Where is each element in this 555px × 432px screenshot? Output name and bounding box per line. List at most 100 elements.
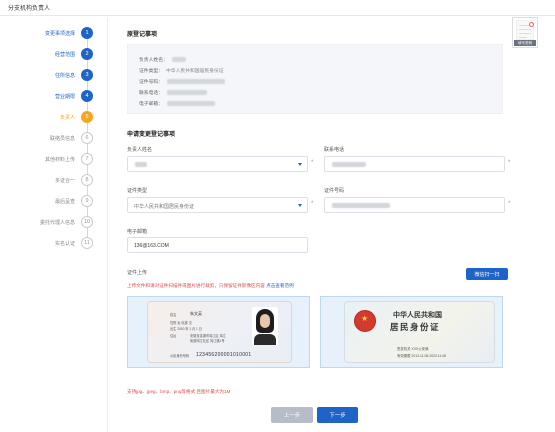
id-front-upload[interactable]: 姓名 朱文英 性别 女 民族 汉 出生 2000 年 1 月 1 日 住址 安徽… [127, 296, 310, 368]
step-sidebar: 变更事项选择 1 经营范围 2 住所信息 3 营业期限 4 负责人 5 联络员信息 6 其他材料上传 7 多… [0, 18, 108, 432]
sidebar-step-7[interactable]: 其他材料上传 7 [45, 152, 93, 166]
back-validity-line: 有效期限 2013.11.08-2023.11.08 [397, 354, 447, 358]
view-example-link[interactable]: 点击查看范例 [266, 283, 294, 288]
registered-email-label: 电子邮箱： [139, 102, 163, 107]
sidebar-step-1[interactable]: 变更事项选择 1 [45, 26, 93, 40]
sidebar-step-number: 3 [81, 69, 93, 81]
next-button[interactable]: 下一步 [317, 407, 358, 423]
sidebar-step-label: 实名认证 [54, 240, 75, 247]
front-name-label: 姓名 [170, 313, 177, 317]
back-title-country: 中华人民共和国 [393, 312, 442, 319]
example-thumbnail-caption: 填写范例 [514, 40, 536, 46]
sidebar-step-6[interactable]: 联络员信息 6 [50, 131, 93, 145]
front-address-label: 住址 [170, 334, 177, 338]
sidebar-step-number: 6 [81, 132, 93, 144]
front-name-value: 朱文英 [190, 311, 202, 316]
sidebar-step-number: 11 [81, 237, 93, 249]
email-value: 136@163.COM [134, 243, 169, 249]
idtype-select[interactable]: 中华人民共和国居民身份证 [127, 197, 308, 213]
sidebar-step-4[interactable]: 营业期限 4 [55, 89, 93, 103]
sidebar-step-2[interactable]: 经营范围 2 [55, 47, 93, 61]
blurred-name [171, 57, 186, 63]
sidebar-step-9[interactable]: 最后呈查 9 [55, 194, 93, 208]
back-title-card: 居民身份证 [390, 322, 441, 332]
sidebar-step-number: 7 [81, 153, 93, 165]
registered-idnum-label: 证件号码： [139, 80, 163, 85]
registered-name-label: 负责人姓名： [139, 58, 168, 63]
registered-idnum-row: 证件号码： [139, 78, 225, 85]
id-back-upload[interactable]: 中华人民共和国 居民身份证 签发机关 XXX公安局 有效期限 2013.11.0… [320, 296, 503, 368]
wechat-scan-button[interactable]: 微信扫一扫 [466, 268, 508, 280]
blurred-name-value [135, 162, 147, 167]
front-address-line2: 街道鸠江社区 鸠江路1号 [190, 339, 225, 343]
stamp-icon [529, 22, 534, 27]
sidebar-step-11[interactable]: 实名认证 11 [55, 236, 93, 250]
blurred-idnum [167, 79, 225, 85]
registered-name-row: 负责人姓名： [139, 56, 186, 63]
format-note: 支持jpg、jpeg、bmp、png等格式 且图片最大为1M [127, 389, 231, 394]
sidebar-step-number: 1 [81, 27, 93, 39]
idnum-label: 证件号码 [324, 188, 345, 194]
sidebar-step-number: 10 [81, 216, 93, 228]
front-sex-line: 性别 女 民族 汉 [170, 321, 192, 325]
email-label: 电子邮箱 [127, 229, 148, 235]
sidebar-step-number: 4 [81, 90, 93, 102]
upload-label: 证件上传 [127, 270, 148, 276]
blurred-phone [167, 90, 207, 96]
front-birth-line: 出生 2000 年 1 月 1 日 [170, 327, 202, 331]
sidebar-step-label: 经营范围 [54, 51, 75, 58]
top-bar: 分支机构负责人 [0, 0, 555, 16]
sidebar-step-label: 多证合一 [54, 177, 75, 184]
idtype-required-mark: * [311, 201, 314, 207]
phone-required-mark: * [508, 160, 511, 166]
back-authority-line: 签发机关 XXX公安局 [397, 347, 429, 351]
id-card-front-image: 姓名 朱文英 性别 女 民族 汉 出生 2000 年 1 月 1 日 住址 安徽… [147, 301, 292, 363]
change-section-title: 申请变更登记事项 [127, 132, 176, 138]
phone-label: 联系电话 [324, 147, 345, 153]
id-photo [252, 307, 278, 345]
sidebar-step-label: 委托代理人信息 [39, 219, 75, 226]
registered-phone-label: 联系电话： [139, 91, 163, 96]
sidebar-step-label: 联络员信息 [49, 135, 75, 142]
blurred-phone-value [332, 162, 366, 167]
id-card-back-image: 中华人民共和国 居民身份证 签发机关 XXX公安局 有效期限 2013.11.0… [344, 301, 495, 363]
sidebar-step-10[interactable]: 委托代理人信息 10 [40, 215, 93, 229]
registered-info-box: 负责人姓名： 证件类型： 中华人民共和国居民身份证 证件号码： 联系电话： 电子邮… [127, 44, 503, 114]
sidebar-step-label: 负责人 [59, 114, 75, 121]
name-required-mark: * [311, 160, 314, 166]
registered-section-title: 原登记事项 [127, 32, 158, 38]
upload-notice-text: 上传文件和请对证件扫描件或图片进行裁剪，只保留证件影像区内容 [127, 283, 265, 288]
blurred-idnum-value [332, 203, 390, 208]
email-input[interactable]: 136@163.COM [127, 237, 308, 253]
sidebar-step-5[interactable]: 负责人 5 [60, 110, 93, 124]
registered-idtype-value: 中华人民共和国居民身份证 [166, 69, 224, 74]
prev-button[interactable]: 上一步 [271, 407, 313, 423]
sidebar-step-number: 2 [81, 48, 93, 60]
front-number-label: 公民身份号码 [170, 354, 190, 358]
sidebar-step-label: 变更事项选择 [44, 30, 75, 37]
registered-phone-row: 联系电话： [139, 89, 207, 96]
phone-input[interactable] [324, 156, 505, 172]
sidebar-step-number: 9 [81, 195, 93, 207]
registered-email-row: 电子邮箱： [139, 100, 215, 107]
blurred-email [167, 101, 215, 107]
idnum-input[interactable] [324, 197, 505, 213]
sidebar-step-8[interactable]: 多证合一 8 [55, 173, 93, 187]
sidebar-step-3[interactable]: 住所信息 3 [55, 68, 93, 82]
name-select[interactable] [127, 156, 308, 172]
sidebar-step-number: 8 [81, 174, 93, 186]
national-emblem-icon [354, 310, 376, 332]
idtype-value: 中华人民共和国居民身份证 [134, 204, 195, 210]
sidebar-step-number: 5 [81, 111, 93, 123]
registered-idtype-label: 证件类型： [139, 69, 163, 74]
idnum-required-mark: * [508, 201, 511, 207]
example-thumbnail[interactable]: 填写范例 [512, 17, 538, 48]
registered-idtype-row: 证件类型： 中华人民共和国居民身份证 [139, 67, 224, 74]
upload-notice: 上传文件和请对证件扫描件或图片进行裁剪，只保留证件影像区内容 点击查看范例 [127, 283, 294, 289]
name-label: 负责人姓名 [127, 147, 153, 153]
sidebar-step-label: 住所信息 [54, 72, 75, 79]
sidebar-step-label: 营业期限 [54, 93, 75, 100]
sidebar-step-label: 其他材料上传 [44, 156, 75, 163]
chevron-down-icon [298, 163, 302, 166]
chevron-down-icon [298, 204, 302, 207]
